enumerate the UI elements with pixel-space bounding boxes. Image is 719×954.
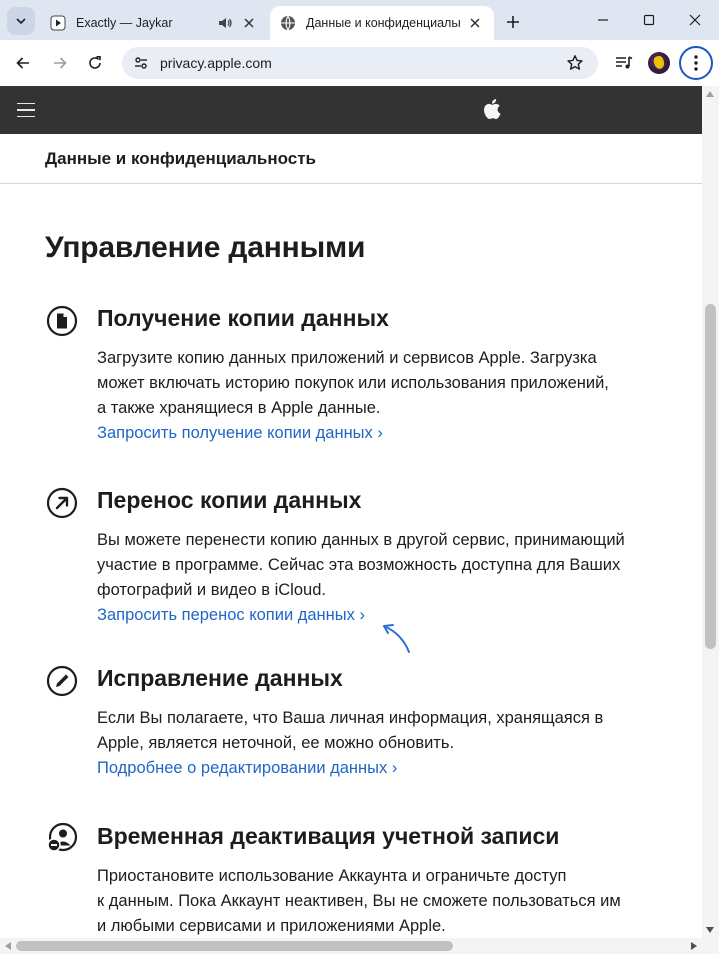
speaker-icon[interactable] bbox=[216, 14, 234, 32]
reload-icon bbox=[89, 56, 101, 69]
body-line: а также хранящиеся в Apple данные. bbox=[97, 399, 381, 417]
new-tab-button[interactable] bbox=[500, 9, 526, 35]
close-icon[interactable] bbox=[466, 14, 484, 32]
tab-jaykar[interactable]: Exactly — Jaykar bbox=[40, 6, 268, 40]
plus-icon bbox=[507, 16, 519, 28]
close-icon[interactable] bbox=[240, 14, 258, 32]
body-line: Вы можете перенести копию данных в друго… bbox=[97, 531, 625, 549]
section-title: Перенос копии данных bbox=[97, 487, 362, 513]
body-line: Если Вы полагаете, что Ваша личная инфор… bbox=[97, 709, 604, 727]
body-line: может включать историю покупок или испол… bbox=[97, 374, 609, 392]
subnav-title[interactable]: Данные и конфиденциальность bbox=[45, 149, 316, 169]
document-icon bbox=[46, 305, 78, 337]
forward-button[interactable] bbox=[44, 47, 76, 79]
vertical-scrollbar[interactable] bbox=[702, 86, 719, 938]
minimize-icon bbox=[598, 19, 608, 21]
more-vert-icon bbox=[694, 55, 698, 71]
section-body: Вы можете перенести копию данных в друго… bbox=[97, 528, 672, 628]
reload-button[interactable] bbox=[79, 47, 111, 79]
arrow-left-icon bbox=[16, 57, 29, 69]
window-close-button[interactable] bbox=[672, 4, 718, 36]
body-line: Загрузите копию данных приложений и серв… bbox=[97, 349, 597, 367]
section-body: Приостановите использование Аккаунта и о… bbox=[97, 864, 672, 939]
scroll-right-icon[interactable] bbox=[691, 942, 697, 950]
tab-strip: Exactly — Jaykar Данные и конфиденциальн… bbox=[0, 0, 719, 40]
media-playlist-icon bbox=[616, 56, 633, 69]
arrow-right-icon bbox=[54, 57, 67, 69]
maximize-icon bbox=[643, 14, 655, 26]
bookmark-star-icon[interactable] bbox=[562, 50, 588, 76]
section-title: Получение копии данных bbox=[97, 305, 389, 331]
browser-menu-button[interactable] bbox=[679, 46, 713, 80]
vertical-scroll-thumb[interactable] bbox=[705, 304, 716, 649]
arrow-up-right-icon bbox=[46, 487, 78, 519]
tab-search-button[interactable] bbox=[7, 7, 35, 35]
play-icon bbox=[50, 15, 66, 31]
chevron-down-icon bbox=[16, 18, 26, 25]
body-line: Приостановите использование Аккаунта и о… bbox=[97, 867, 567, 885]
address-bar[interactable]: privacy.apple.com bbox=[122, 47, 598, 79]
minimize-button[interactable] bbox=[580, 4, 626, 36]
tab-privacy[interactable]: Данные и конфиденциальность bbox=[270, 6, 494, 40]
scroll-up-icon[interactable] bbox=[706, 91, 714, 97]
body-line: и любыми сервисами и приложениями Apple. bbox=[97, 917, 446, 935]
body-line: Apple, является неточной, ее можно обнов… bbox=[97, 734, 455, 752]
annotation-arrow-icon bbox=[383, 624, 410, 653]
profile-avatar[interactable] bbox=[648, 52, 670, 74]
request-copy-link[interactable]: Запросить получение копии данных › bbox=[97, 421, 672, 446]
apple-logo-icon[interactable] bbox=[483, 98, 501, 120]
menu-icon[interactable] bbox=[17, 103, 35, 118]
site-info-icon[interactable] bbox=[130, 52, 152, 74]
horizontal-scroll-thumb[interactable] bbox=[16, 941, 453, 951]
section-body: Если Вы полагаете, что Ваша личная инфор… bbox=[97, 706, 672, 781]
pencil-icon bbox=[46, 665, 78, 697]
page-viewport: Данные и конфиденциальность Управление д… bbox=[0, 86, 719, 954]
media-controls-button[interactable] bbox=[608, 47, 640, 79]
body-line: к данным. Пока Аккаунт неактивен, Вы не … bbox=[97, 892, 621, 910]
tab-title: Данные и конфиденциальность bbox=[306, 16, 460, 30]
local-nav: Данные и конфиденциальность bbox=[0, 134, 702, 184]
page-title: Управление данными bbox=[45, 231, 366, 264]
globe-icon bbox=[280, 15, 296, 31]
tab-title: Exactly — Jaykar bbox=[76, 16, 173, 30]
scroll-left-icon[interactable] bbox=[5, 942, 11, 950]
browser-toolbar: privacy.apple.com bbox=[0, 40, 719, 86]
close-icon bbox=[689, 14, 701, 26]
url-text[interactable]: privacy.apple.com bbox=[160, 55, 562, 71]
body-line: фотографий и видео в iCloud. bbox=[97, 581, 326, 599]
horizontal-scrollbar[interactable] bbox=[0, 938, 702, 954]
section-title: Временная деактивация учетной записи bbox=[97, 823, 560, 849]
maximize-button[interactable] bbox=[626, 4, 672, 36]
body-line: участие в программе. Сейчас эта возможно… bbox=[97, 556, 621, 574]
scroll-down-icon[interactable] bbox=[706, 927, 714, 933]
apple-global-nav bbox=[0, 86, 702, 134]
scrollbar-corner bbox=[702, 938, 719, 954]
back-button[interactable] bbox=[7, 47, 39, 79]
user-minus-icon bbox=[47, 822, 78, 852]
edit-data-link[interactable]: Подробнее о редактировании данных › bbox=[97, 756, 672, 781]
section-title: Исправление данных bbox=[97, 665, 343, 691]
section-body: Загрузите копию данных приложений и серв… bbox=[97, 346, 672, 446]
